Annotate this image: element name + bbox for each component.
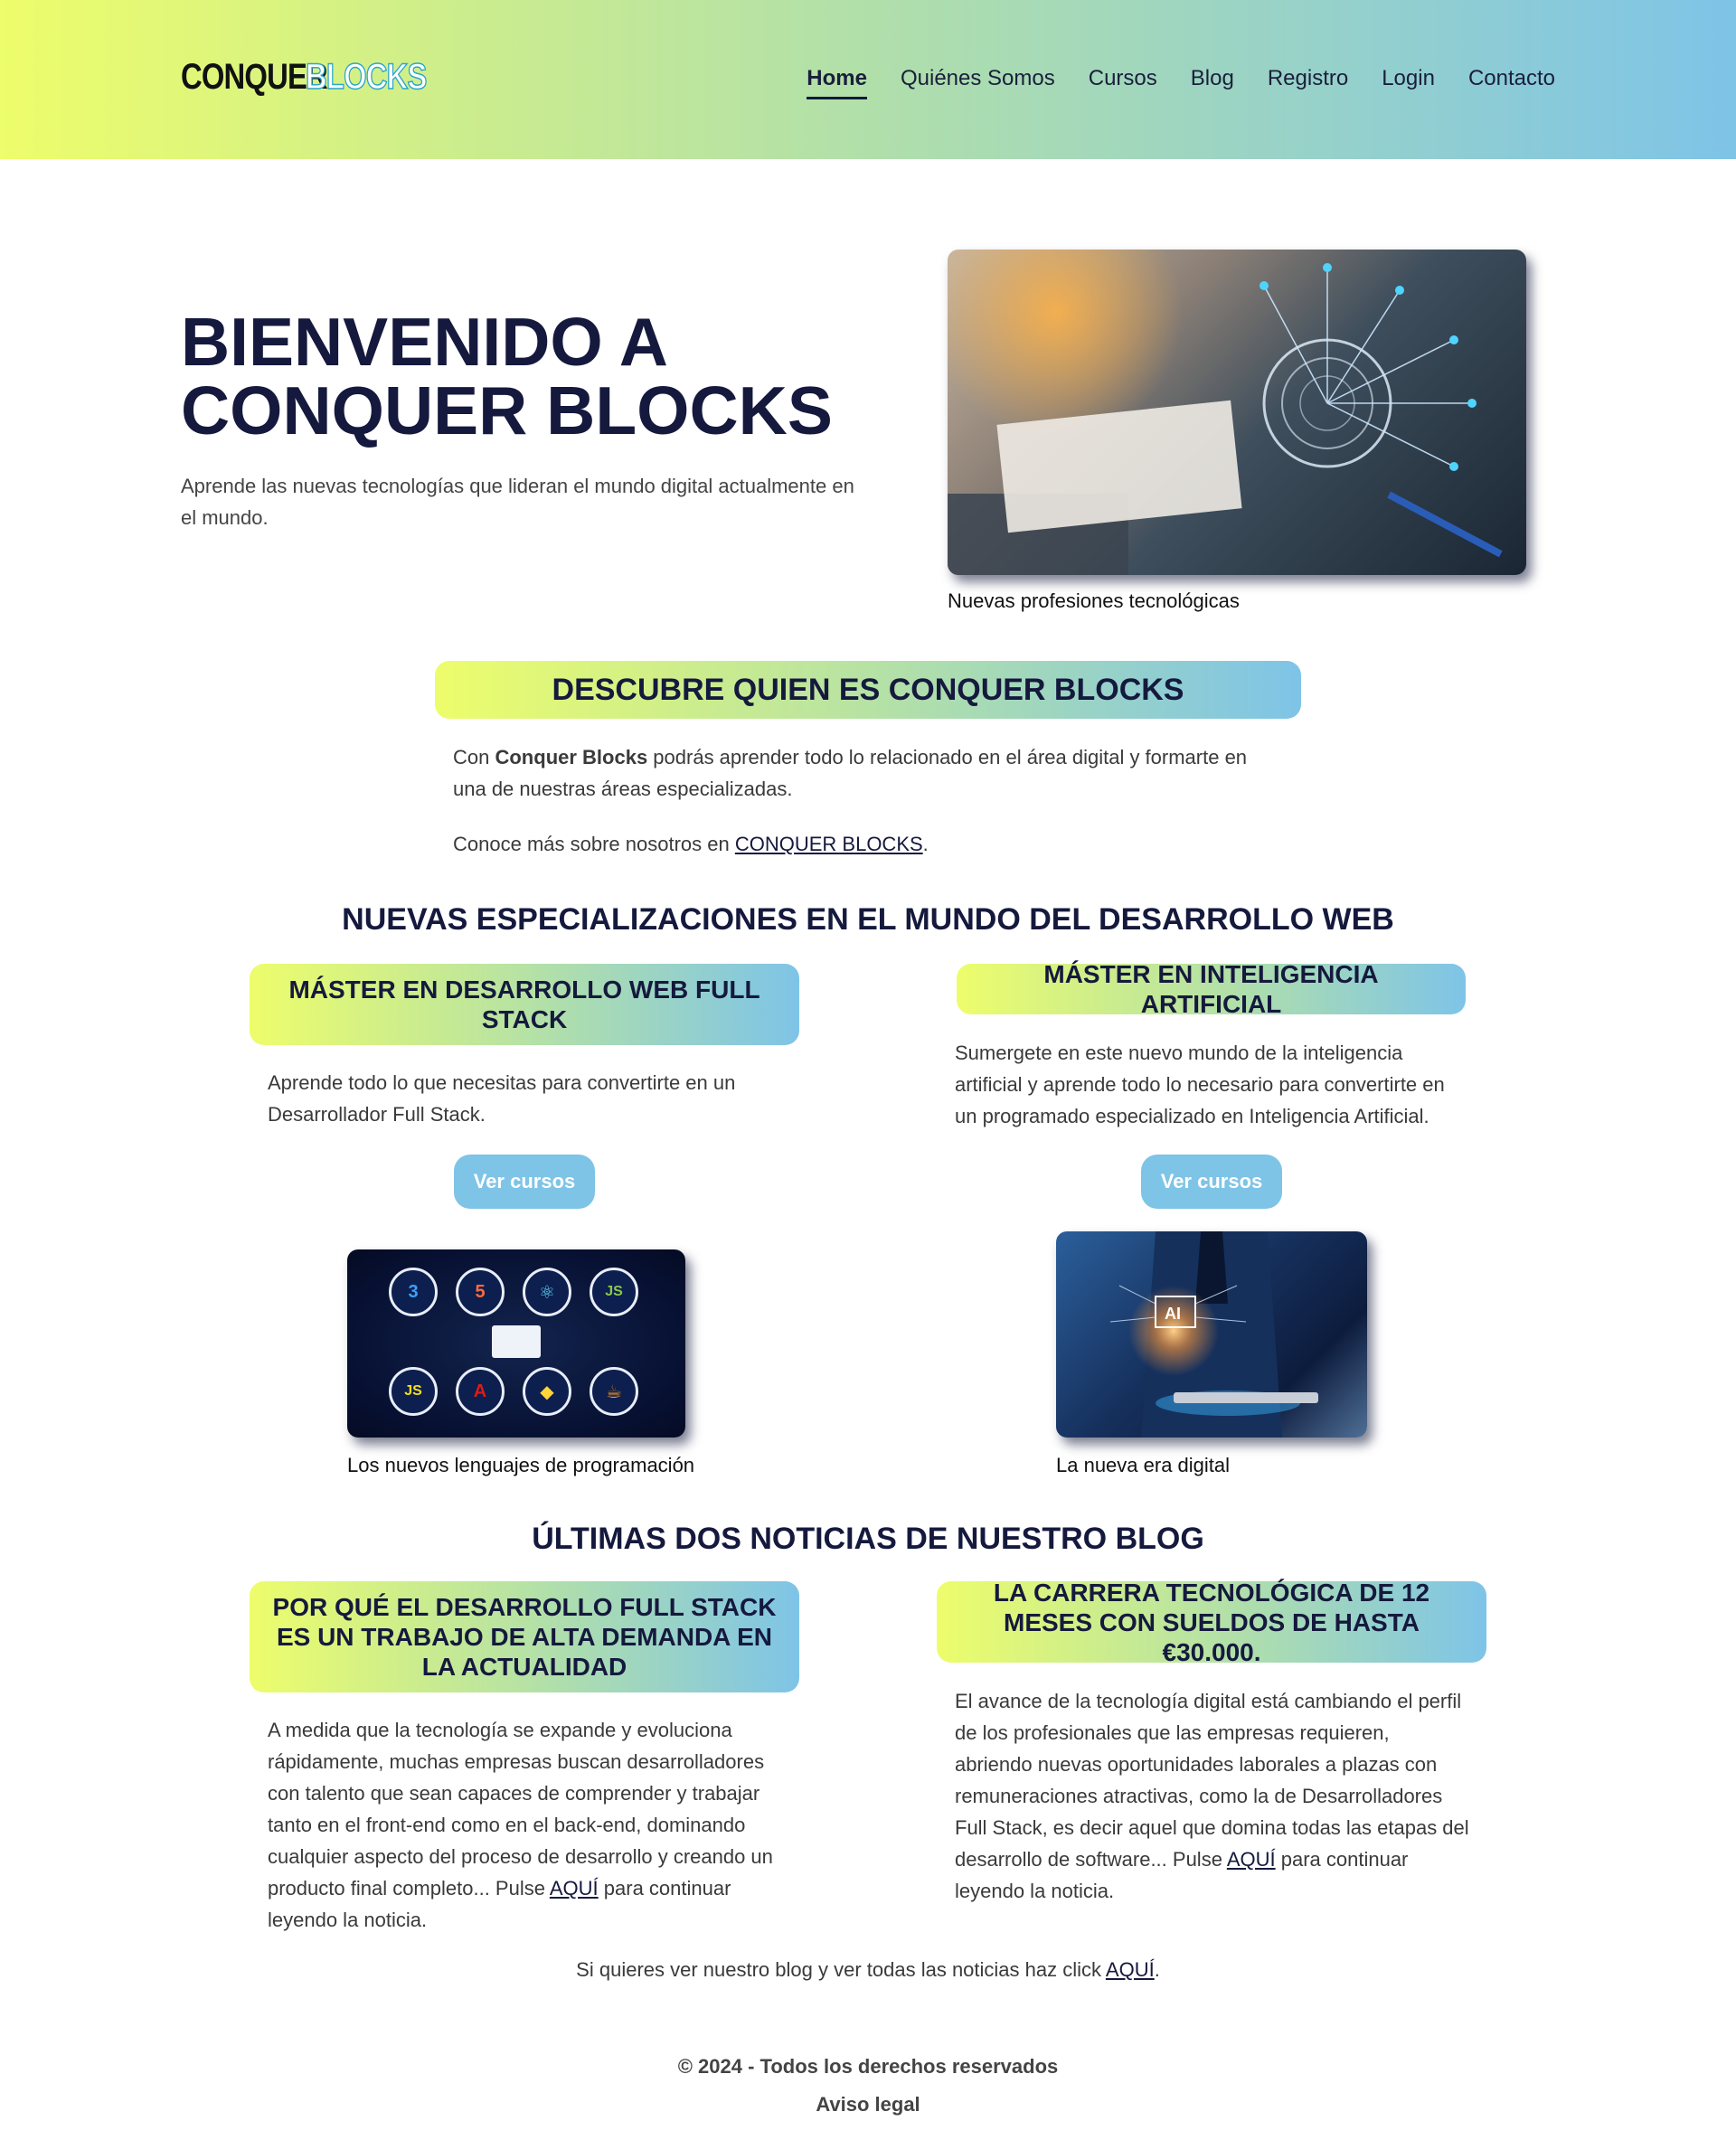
css3-icon: 3 [389,1268,438,1316]
blog-title: ÚLTIMAS DOS NOTICIAS DE NUESTRO BLOG [532,1522,1204,1556]
footer-legal-link[interactable]: Aviso legal [0,2093,1736,2116]
fullstack-courses-button[interactable]: Ver cursos [454,1155,595,1209]
card-ai-text: Sumergete en este nuevo mundo de la inte… [955,1042,1445,1127]
nav-blog[interactable]: Blog [1191,63,1234,94]
svg-text:AI: AI [1165,1305,1181,1323]
site-logo[interactable]: CONQUER BLOCKS [181,54,428,99]
nav-cursos[interactable]: Cursos [1089,63,1157,94]
hero-title-line1: BIENVENIDO A [181,304,668,380]
card-ai-heading: MÁSTER EN INTELIGENCIA ARTIFICIAL [957,960,1466,1018]
programming-languages-image: 3 5 ⚛ JS JS A ◆ ☕ [347,1249,685,1438]
about-p2-prefix: Conoce más sobre nosotros en [453,833,735,855]
programming-languages-caption: Los nuevos lenguajes de programación [347,1454,695,1476]
blog-post-1-body: A medida que la tecnología se expande y … [268,1719,773,1900]
hero-title: BIENVENIDO A CONQUER BLOCKS [181,307,886,445]
blog-post-2-heading: LA CARRERA TECNOLÓGICA DE 12 MESES CON S… [937,1579,1486,1666]
blog-post-2-link[interactable]: AQUÍ [1227,1848,1276,1871]
main-nav: Home Quiénes Somos Cursos Blog Registro … [773,63,1555,99]
footer-copyright: © 2024 - Todos los derechos reservados [677,2055,1059,2078]
about-conquer-link[interactable]: CONQUER BLOCKS [735,833,923,855]
blog-all-suffix: . [1154,1958,1160,1981]
ai-image: AI [1056,1231,1367,1438]
hero-image-graphic [948,250,1503,575]
hero-subtitle: Aprende las nuevas tecnologías que lider… [181,475,854,529]
nav-registro[interactable]: Registro [1268,63,1348,94]
about-heading: DESCUBRE QUIEN ES CONQUER BLOCKS [435,661,1301,719]
logo-text-blocks: BLOCKS [305,56,428,98]
nav-contacto[interactable]: Contacto [1468,63,1555,94]
monitor-icon [492,1325,541,1358]
nav-quienes-somos[interactable]: Quiénes Somos [901,63,1055,94]
html5-icon: 5 [456,1268,505,1316]
about-p1-brand: Conquer Blocks [495,746,648,768]
blog-all-prefix: Si quieres ver nuestro blog y ver todas … [576,1958,1106,1981]
react-icon: ⚛ [523,1268,571,1316]
hero-title-line2: CONQUER BLOCKS [181,372,833,448]
angular-icon: A [456,1367,505,1416]
nodejs-icon: JS [590,1268,638,1316]
hero-image [948,250,1526,575]
blog-post-1-text: A medida que la tecnología se expande y … [268,1714,783,1936]
javascript-icon: JS [389,1367,438,1416]
blog-post-1-link[interactable]: AQUÍ [550,1877,599,1900]
blog-post-1-heading: POR QUÉ EL DESARROLLO FULL STACK ES UN T… [250,1581,799,1692]
specializations-title: NUEVAS ESPECIALIZACIONES EN EL MUNDO DEL… [342,902,1394,937]
blog-post-2-body: El avance de la tecnología digital está … [955,1690,1469,1871]
ai-courses-button[interactable]: Ver cursos [1141,1155,1282,1209]
site-header: CONQUER BLOCKS Home Quiénes Somos Cursos… [0,0,1736,159]
nav-home[interactable]: Home [807,63,867,99]
card-fullstack-heading: MÁSTER EN DESARROLLO WEB FULL STACK [250,964,799,1045]
blog-post-2-text: El avance de la tecnología digital está … [955,1685,1470,1907]
card-fullstack-text: Aprende todo lo que necesitas para conve… [268,1071,736,1126]
about-p2-suffix: . [922,833,929,855]
ai-image-graphic: AI [1109,1231,1318,1438]
ai-image-caption: La nueva era digital [1056,1454,1231,1476]
nav-login[interactable]: Login [1382,63,1435,94]
about-more-paragraph: Conoce más sobre nosotros en CONQUER BLO… [453,828,1285,860]
hero-image-caption: Nuevas profesiones tecnológicas [948,589,1240,612]
about-paragraph: Con Conquer Blocks podrás aprender todo … [453,741,1285,805]
java-icon: ☕ [590,1367,638,1416]
about-p1-prefix: Con [453,746,495,768]
blog-all-text: Si quieres ver nuestro blog y ver todas … [0,1958,1736,1982]
blog-all-link[interactable]: AQUÍ [1106,1958,1155,1981]
python-icon: ◆ [523,1367,571,1416]
